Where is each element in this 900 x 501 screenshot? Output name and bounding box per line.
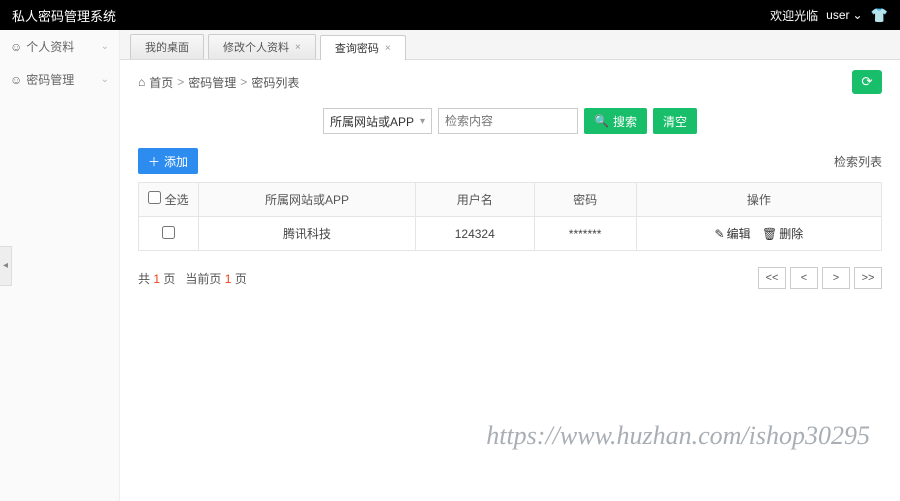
col-header: 密码 (534, 183, 636, 217)
trash-icon: 🗑 (762, 227, 777, 241)
pencil-icon: ✎ (715, 227, 725, 241)
next-page-button[interactable]: > (822, 267, 850, 289)
cell-pwd: ******* (534, 217, 636, 251)
user-menu[interactable]: user ⌄ (826, 8, 862, 22)
app-title: 私人密码管理系统 (12, 6, 116, 25)
edit-link[interactable]: ✎编辑 (715, 225, 751, 242)
welcome-text: 欢迎光临 (770, 7, 818, 24)
clear-button[interactable]: 清空 (653, 108, 697, 134)
list-title: 检索列表 (834, 153, 882, 170)
refresh-button[interactable]: ⟳ (852, 70, 882, 94)
tab-edit-profile[interactable]: 修改个人资料 × (208, 34, 316, 59)
chevron-down-icon: ⌄ (853, 8, 863, 22)
theme-icon[interactable]: 👕 (871, 7, 888, 24)
sidebar-item-label: 密码管理 (26, 71, 74, 88)
breadcrumb: ⌂ 首页 > 密码管理 > 密码列表 (138, 74, 299, 91)
user-icon: ☺ (10, 40, 22, 54)
tab-label: 查询密码 (335, 40, 379, 56)
col-header: 操作 (636, 183, 881, 217)
plus-icon: ＋ (148, 153, 160, 170)
site-select[interactable]: 所属网站或APP ▾ (323, 108, 432, 134)
caret-down-icon: ▾ (420, 116, 425, 127)
table-row: 腾讯科技 124324 ******* ✎编辑 🗑删除 (139, 217, 882, 251)
sidebar-collapse-handle[interactable]: ◂ (0, 246, 12, 286)
watermark: https://www.huzhan.com/ishop30295 (486, 421, 870, 451)
chevron-down-icon: ⌄ (101, 74, 109, 85)
select-label: 所属网站或APP (330, 113, 414, 130)
sidebar: ☺ 个人资料 ⌄ ☺ 密码管理 ⌄ (0, 30, 120, 501)
breadcrumb-seg[interactable]: 密码管理 (188, 74, 236, 91)
tab-label: 我的桌面 (145, 39, 189, 55)
home-icon: ⌂ (138, 75, 145, 89)
table-header-row: 全选 所属网站或APP 用户名 密码 操作 (139, 183, 882, 217)
delete-link[interactable]: 🗑删除 (762, 225, 803, 242)
search-input[interactable] (438, 108, 578, 134)
button-label: 清空 (663, 113, 687, 130)
sidebar-item-password[interactable]: ☺ 密码管理 ⌄ (0, 63, 119, 96)
lock-icon: ☺ (10, 73, 22, 87)
search-bar: 所属网站或APP ▾ 🔍 搜索 清空 (138, 108, 882, 134)
password-table: 全选 所属网站或APP 用户名 密码 操作 腾讯科技 124324 ******… (138, 182, 882, 251)
chevron-down-icon: ⌄ (101, 41, 109, 52)
sidebar-item-profile[interactable]: ☺ 个人资料 ⌄ (0, 30, 119, 63)
prev-page-button[interactable]: < (790, 267, 818, 289)
tab-query-password[interactable]: 查询密码 × (320, 35, 406, 60)
button-label: 搜索 (613, 113, 637, 130)
select-all-checkbox[interactable] (148, 191, 161, 204)
tab-desktop[interactable]: 我的桌面 (130, 34, 204, 59)
close-icon[interactable]: × (385, 43, 391, 54)
breadcrumb-home[interactable]: 首页 (149, 74, 173, 91)
tab-label: 修改个人资料 (223, 39, 289, 55)
col-header: 全选 (165, 193, 189, 207)
close-icon[interactable]: × (295, 42, 301, 53)
link-label: 删除 (779, 225, 803, 242)
topbar: 私人密码管理系统 欢迎光临 user ⌄ 👕 (0, 0, 900, 30)
refresh-icon: ⟳ (861, 74, 872, 90)
tabs: 我的桌面 修改个人资料 × 查询密码 × (120, 30, 900, 60)
username: user (826, 8, 849, 22)
button-label: 添加 (164, 153, 188, 170)
search-button[interactable]: 🔍 搜索 (584, 108, 647, 134)
cell-user: 124324 (415, 217, 534, 251)
search-icon: 🔍 (594, 114, 609, 128)
sidebar-item-label: 个人资料 (26, 38, 74, 55)
page-info: 共 1 页 当前页 1 页 (138, 270, 247, 287)
col-header: 所属网站或APP (199, 183, 416, 217)
last-page-button[interactable]: >> (854, 267, 882, 289)
cell-site: 腾讯科技 (199, 217, 416, 251)
main: 我的桌面 修改个人资料× 查询密码× ⌂ 首页 > 密码管理 > 密码列表 ⟳ … (120, 30, 900, 501)
breadcrumb-seg: 密码列表 (251, 74, 299, 91)
col-header: 用户名 (415, 183, 534, 217)
add-button[interactable]: ＋添加 (138, 148, 198, 174)
first-page-button[interactable]: << (758, 267, 786, 289)
link-label: 编辑 (727, 225, 751, 242)
pager: << < > >> (758, 267, 882, 289)
row-checkbox[interactable] (162, 226, 175, 239)
